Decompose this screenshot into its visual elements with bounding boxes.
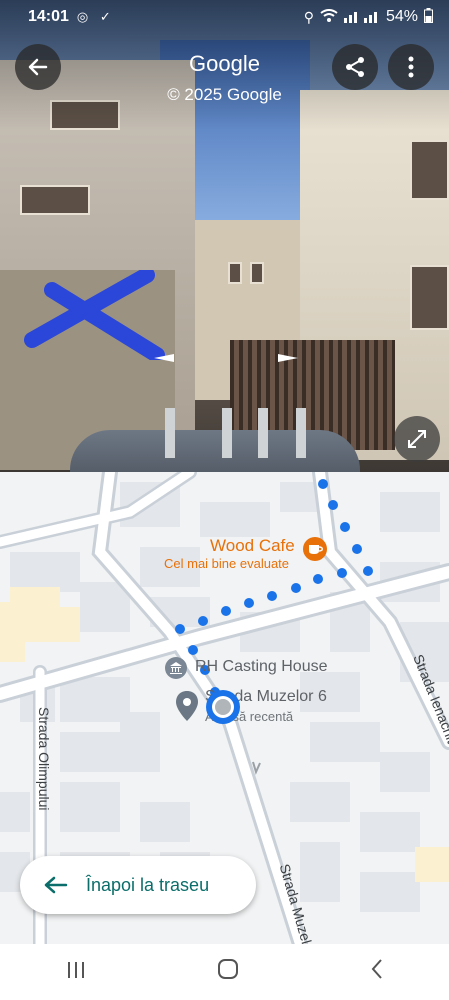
system-navigation-bar — [0, 944, 449, 1000]
cafe-name[interactable]: Wood Cafe — [210, 536, 295, 556]
signal-icon — [343, 9, 380, 26]
wifi-icon — [320, 8, 338, 26]
notification-icons: ◎ ✓ — [76, 9, 115, 24]
share-icon — [346, 57, 364, 77]
fullscreen-icon — [408, 430, 426, 448]
more-options-button[interactable] — [388, 44, 434, 90]
street-view-copyright: © 2025 Google — [167, 85, 282, 104]
system-back-button[interactable] — [370, 958, 384, 986]
street-label-olimpului: Strada Olimpului — [36, 707, 52, 811]
museum-icon[interactable] — [164, 656, 188, 680]
car-roof — [70, 430, 360, 472]
arrow-left-icon — [44, 876, 68, 894]
status-bar: 14:01 ◎ ✓ ⚲ 54% — [0, 0, 449, 34]
location-icon: ⚲ — [303, 8, 314, 25]
recent-apps-button[interactable] — [66, 959, 86, 985]
cafe-subtitle: Cel mai bine evaluate — [164, 556, 290, 571]
more-vert-icon — [408, 56, 414, 78]
battery-percent: 54% — [385, 8, 418, 25]
navigation-arrows[interactable] — [152, 350, 302, 366]
home-button[interactable] — [217, 958, 239, 986]
drawn-cross-mark — [24, 270, 165, 360]
location-pin-icon[interactable] — [175, 690, 199, 722]
home-icon — [217, 959, 238, 979]
back-to-route-label: Înapoi la traseu — [86, 874, 210, 895]
back-to-route-button[interactable]: Înapoi la traseu — [20, 856, 256, 914]
expand-button[interactable] — [394, 416, 440, 462]
recents-icon — [67, 962, 84, 978]
share-button[interactable] — [332, 44, 378, 90]
current-location-icon[interactable] — [204, 688, 242, 726]
status-time: 14:01 — [28, 8, 69, 25]
street-view-title: Google — [189, 51, 260, 76]
cafe-icon[interactable] — [302, 536, 328, 562]
battery-icon — [424, 8, 433, 26]
casting-house-label[interactable]: RH Casting House — [195, 658, 328, 676]
chevron-left-icon — [371, 959, 382, 979]
